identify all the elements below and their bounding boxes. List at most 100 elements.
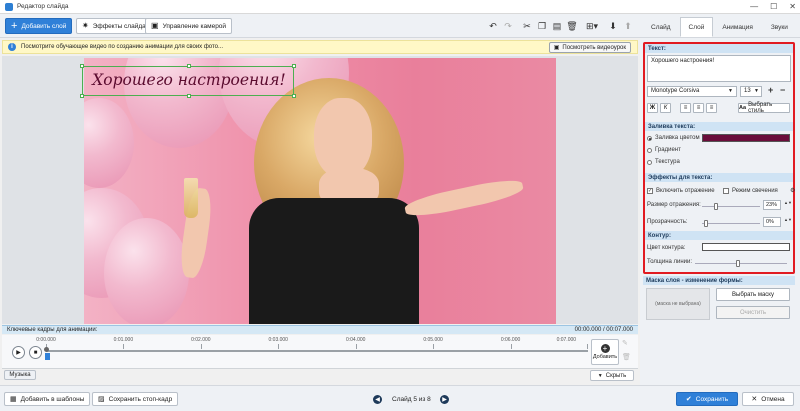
increase-size-icon[interactable]: + [768, 85, 773, 95]
tick-label: 0:07.000 [556, 337, 577, 343]
trash-icon[interactable]: 🗑 [622, 353, 631, 361]
slider-knob[interactable] [736, 260, 740, 267]
redo-icon[interactable]: ↷ [501, 19, 515, 33]
spinner-icon[interactable]: ▲▼ [784, 217, 792, 222]
add-keyframe-button[interactable]: + Добавить [591, 339, 619, 365]
resize-handle[interactable] [292, 64, 296, 68]
info-bar: i Посмотрите обучающее видео по созданию… [2, 40, 638, 54]
choose-mask-button[interactable]: Выбрать маску [716, 288, 790, 301]
glow-label: Режим свечения [732, 188, 778, 194]
spinner-icon[interactable]: ▲▼ [784, 200, 792, 205]
text-input[interactable]: Хорошего настроения! [647, 55, 791, 82]
tick-label: 0:04.000 [345, 337, 366, 343]
bold-icon: Ж [649, 105, 656, 111]
transparency-slider[interactable] [702, 223, 760, 224]
stop-button[interactable]: ■ [29, 346, 42, 359]
paste-icon[interactable]: ▤ [550, 19, 564, 33]
play-button[interactable]: ▶ [12, 346, 25, 359]
reflection-size-input[interactable]: 23% [763, 200, 781, 210]
face [314, 98, 372, 178]
effects-section: Эффекты для текста: [645, 173, 793, 182]
balloon [104, 218, 189, 324]
hide-timeline-button[interactable]: ▼ Скрыть [590, 370, 634, 381]
transparency-input[interactable]: 0% [763, 217, 781, 227]
move-up-icon[interactable]: ⬆ [621, 19, 635, 33]
line-width-slider[interactable] [695, 263, 787, 264]
reflection-checkbox[interactable]: ✓ [647, 188, 653, 194]
tab-layer[interactable]: Слой [679, 17, 714, 37]
font-size-select[interactable]: 13 ▼ [740, 86, 762, 97]
edit-icon[interactable]: ✎ [622, 339, 628, 347]
choose-style-button[interactable]: Аа Выбрать стиль [738, 102, 790, 114]
reflection-size-slider[interactable] [702, 206, 760, 207]
next-slide-button[interactable]: ▶ [440, 395, 449, 404]
font-select[interactable]: Monotype Corsiva ▼ [647, 86, 737, 97]
tab-slide[interactable]: Слайд [642, 17, 680, 37]
slider-knob[interactable] [714, 203, 718, 210]
add-to-templates-button[interactable]: ▦ Добавить в шаблоны [4, 392, 91, 406]
align-left-button[interactable]: ≡ [680, 103, 691, 113]
align-dropdown-icon[interactable]: ⊞▾ [582, 19, 602, 33]
outline-color-swatch[interactable] [702, 243, 790, 251]
settings-icon[interactable]: ⚙ [790, 187, 795, 194]
camera-control-button[interactable]: ▣ Управление камерой [145, 18, 233, 34]
prev-slide-button[interactable]: ◀ [373, 395, 382, 404]
add-layer-button[interactable]: + Добавить слой [5, 18, 73, 34]
resize-handle[interactable] [187, 94, 191, 98]
reflection-size-label: Размер отражения: [647, 202, 701, 208]
close-button[interactable]: ✕ [789, 2, 796, 11]
texture-radio[interactable] [647, 160, 652, 165]
chevron-down-icon: ▼ [597, 372, 603, 379]
slide-effects-button[interactable]: ✷ Эффекты слайда [76, 18, 152, 34]
timeline-ruler[interactable]: 0:00.000 0:01.000 0:02.000 0:03.000 0:04… [36, 337, 588, 351]
maximize-button[interactable]: ☐ [770, 2, 777, 11]
align-right-button[interactable]: ≡ [706, 103, 717, 113]
timeline-track[interactable] [46, 350, 588, 352]
minimize-button[interactable]: — [750, 2, 758, 11]
toolbar: + Добавить слой ✷ Эффекты слайда ▣ Управ… [0, 14, 640, 38]
italic-button[interactable]: К [660, 103, 671, 113]
resize-handle[interactable] [187, 64, 191, 68]
save-frame-button[interactable]: ▨ Сохранить стоп-кадр [92, 392, 179, 406]
resize-handle[interactable] [292, 94, 296, 98]
glow-checkbox[interactable] [723, 188, 729, 194]
timeline-time: 00:00.000 / 00:07.000 [574, 327, 633, 333]
save-button[interactable]: ✔ Сохранить [676, 392, 738, 406]
tab-sounds[interactable]: Звуки [762, 17, 797, 37]
chevron-left-icon: ◀ [375, 397, 380, 403]
move-down-icon[interactable]: ⬇ [606, 19, 620, 33]
decrease-size-icon[interactable]: − [780, 85, 785, 95]
slider-knob[interactable] [704, 220, 708, 227]
playhead[interactable] [45, 353, 50, 360]
bold-button[interactable]: Ж [647, 103, 658, 113]
tab-animation[interactable]: Анимация [713, 17, 762, 37]
fill-color-swatch[interactable] [702, 134, 790, 142]
music-button[interactable]: Музыка [4, 370, 36, 380]
keyframe-marker[interactable] [44, 347, 49, 352]
watch-video-button[interactable]: ▣ Посмотреть видеоурок [548, 42, 631, 53]
delete-icon[interactable]: 🗑 [565, 19, 579, 33]
undo-icon[interactable]: ↶ [486, 19, 500, 33]
clear-mask-button[interactable]: Очистить [716, 306, 790, 319]
tick-label: 0:05.000 [423, 337, 443, 343]
resize-handle[interactable] [80, 94, 84, 98]
camera-icon: ▣ [151, 21, 159, 30]
outline-color-label: Цвет контура: [647, 245, 686, 251]
slide-counter: Слайд 5 из 8 [392, 396, 431, 403]
outline-section: Контур: [645, 231, 793, 240]
fill-color-radio[interactable] [647, 136, 652, 141]
tick-label: 0:06.000 [500, 337, 521, 343]
text-layer-box[interactable]: Хорошего настроения! [80, 64, 296, 98]
copy-icon[interactable]: ❐ [535, 19, 549, 33]
timeline: ▶ ■ 0:00.000 0:01.000 0:02.000 0:03.000 … [2, 335, 638, 369]
gradient-radio[interactable] [647, 148, 652, 153]
chevron-down-icon: ▼ [728, 88, 733, 94]
cut-icon[interactable]: ✂ [520, 19, 534, 33]
align-right-icon: ≡ [709, 105, 714, 111]
align-center-button[interactable]: ≡ [693, 103, 704, 113]
text-section: Текст: [645, 44, 793, 53]
resize-handle[interactable] [80, 64, 84, 68]
cancel-button[interactable]: ✕ Отмена [742, 392, 794, 406]
mask-section: Маска слоя - изменение формы: [643, 276, 795, 285]
slide-canvas[interactable]: Хорошего настроения! [2, 56, 638, 324]
